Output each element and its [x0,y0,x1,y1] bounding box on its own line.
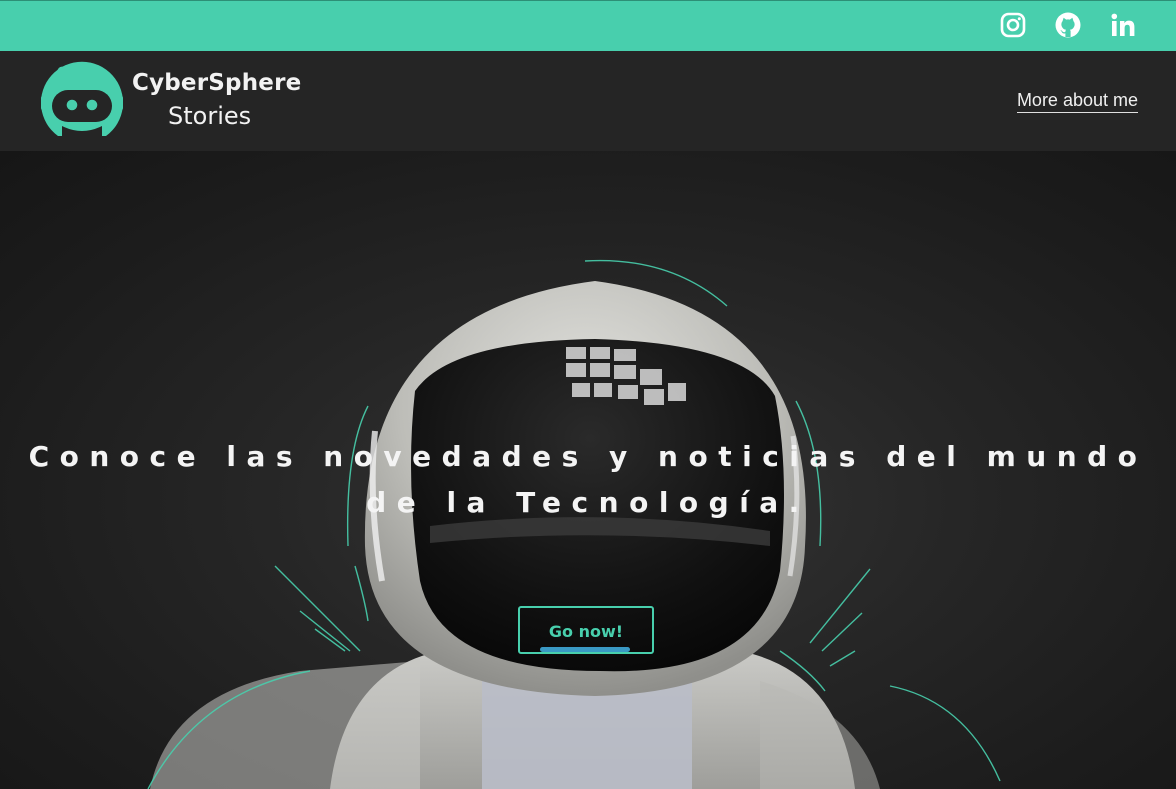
github-icon[interactable] [1054,11,1082,39]
robot-logo-icon [41,61,124,137]
more-about-me-link[interactable]: More about me [1016,90,1138,113]
hero-section: Conoce las novedades y noticias del mund… [0,151,1176,789]
top-bar [0,0,1176,51]
hero-headline: Conoce las novedades y noticias del mund… [28,440,1148,519]
brand-name-line1: CyberSphere [132,70,302,96]
site-logo[interactable]: CyberSphere Stories [40,60,302,140]
instagram-icon[interactable] [999,11,1027,39]
site-header: CyberSphere Stories More about me [0,51,1176,151]
linkedin-icon[interactable] [1109,11,1137,39]
go-now-button[interactable]: Go now! [518,606,654,654]
brand-name-line2: Stories [168,102,252,130]
